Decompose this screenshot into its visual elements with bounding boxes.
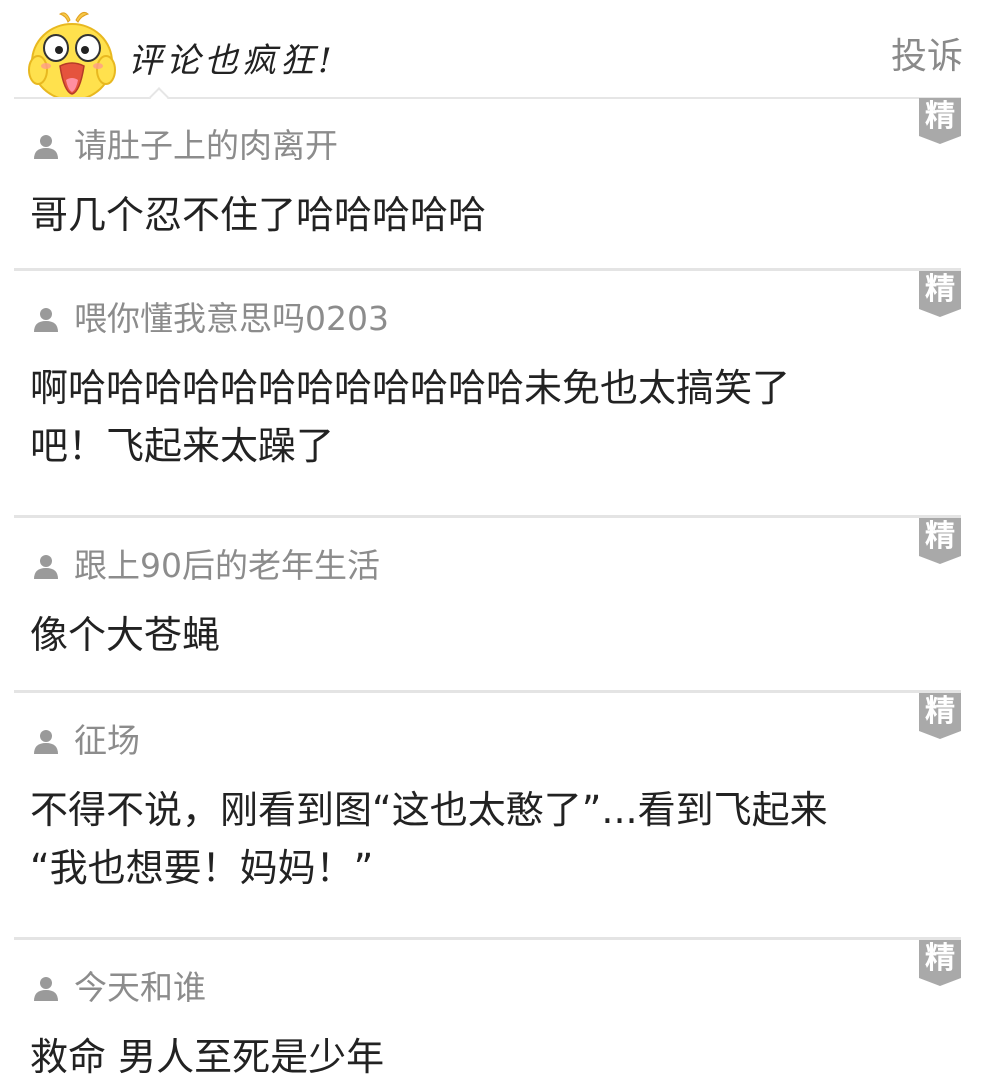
comment-username[interactable]: 跟上90后的老年生活 — [74, 546, 380, 586]
featured-badge-label: 精 — [925, 99, 955, 134]
comment-text-line: 啊哈哈哈哈哈哈哈哈哈哈哈哈未免也太搞笑了 — [30, 366, 791, 410]
featured-badge-label: 精 — [925, 272, 955, 307]
user-icon — [34, 555, 58, 579]
comment-text: 救命 男人至死是少年 — [30, 1028, 921, 1086]
comment-item[interactable]: 精请肚子上的肉离开哥几个忍不住了哈哈哈哈哈 — [0, 98, 981, 271]
comment-item[interactable]: 精跟上90后的老年生活像个大苍蝇 — [0, 518, 981, 693]
featured-badge-label: 精 — [925, 941, 955, 976]
comment-user-row: 请肚子上的肉离开 — [32, 126, 338, 166]
comment-username[interactable]: 今天和谁 — [74, 968, 206, 1008]
yellow-chick-mascot-icon — [28, 12, 116, 98]
comment-username[interactable]: 请肚子上的肉离开 — [74, 126, 338, 166]
comment-text-line: 哥几个忍不住了哈哈哈哈哈 — [30, 193, 487, 237]
comment-user-row: 喂你懂我意思吗0203 — [32, 299, 389, 339]
comment-item[interactable]: 精征场不得不说，刚看到图“这也太憨了”...看到飞起来 “我也想要！妈妈！” — [0, 693, 981, 940]
featured-badge: 精 — [919, 693, 961, 739]
comment-text-line: 吧！飞起来太躁了 — [30, 424, 335, 468]
user-icon — [34, 977, 58, 1001]
comments-header: 评论也疯狂! 投诉 — [0, 0, 981, 107]
comment-text: 像个大苍蝇 — [30, 606, 921, 664]
comment-user-row: 跟上90后的老年生活 — [32, 546, 380, 586]
featured-badge: 精 — [919, 518, 961, 564]
report-link[interactable]: 投诉 — [891, 34, 963, 80]
comment-text-line: 不得不说，刚看到图“这也太憨了”...看到飞起来 — [30, 788, 828, 832]
comment-username[interactable]: 征场 — [74, 721, 140, 761]
comment-item[interactable]: 精喂你懂我意思吗0203 啊哈哈哈哈哈哈哈哈哈哈哈哈未免也太搞笑了 吧！飞起来太躁了 — [0, 271, 981, 518]
comment-text: 啊哈哈哈哈哈哈哈哈哈哈哈哈未免也太搞笑了 吧！飞起来太躁了 — [30, 359, 921, 475]
comment-item[interactable]: 精今天和谁救命 男人至死是少年 — [0, 940, 981, 1086]
comment-username[interactable]: 喂你懂我意思吗0203 — [74, 299, 389, 339]
comment-text: 哥几个忍不住了哈哈哈哈哈 — [30, 186, 921, 244]
comment-text-line: “我也想要！妈妈！” — [30, 846, 374, 890]
comment-user-row: 今天和谁 — [32, 968, 206, 1008]
comment-text-line: 救命 男人至死是少年 — [30, 1035, 385, 1079]
comment-text: 不得不说，刚看到图“这也太憨了”...看到飞起来 “我也想要！妈妈！” — [30, 781, 921, 897]
featured-badge: 精 — [919, 940, 961, 986]
user-icon — [34, 135, 58, 159]
user-icon — [34, 730, 58, 754]
comment-text-line: 像个大苍蝇 — [30, 613, 221, 657]
featured-badge-label: 精 — [925, 519, 955, 554]
featured-badge: 精 — [919, 98, 961, 144]
featured-badge: 精 — [919, 271, 961, 317]
header-title: 评论也疯狂! — [128, 41, 336, 81]
user-icon — [34, 308, 58, 332]
featured-badge-label: 精 — [925, 694, 955, 729]
comment-user-row: 征场 — [32, 721, 140, 761]
